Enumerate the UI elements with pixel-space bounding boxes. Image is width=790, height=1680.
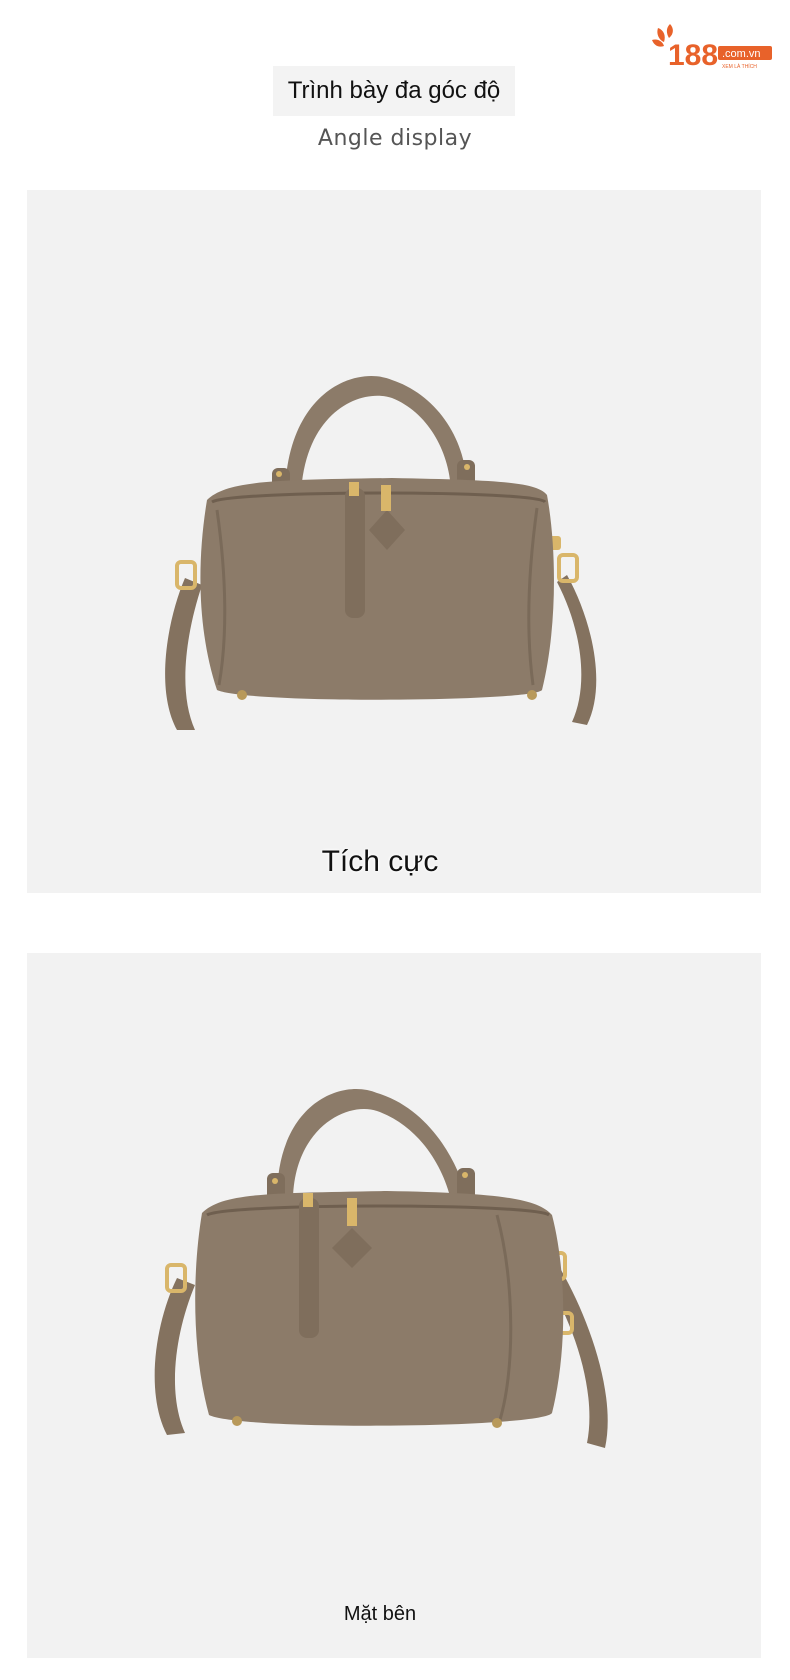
panel-caption-side: Mặt bên xyxy=(343,1603,417,1625)
product-image-side: Mặt bên xyxy=(27,953,761,1658)
panel-caption-front: Tích cực xyxy=(321,845,439,878)
handbag-front-image xyxy=(165,376,597,730)
page-title: Trình bày đa góc độ xyxy=(273,66,515,116)
page-subtitle: Angle display xyxy=(317,126,473,151)
logo-domain: .com.vn xyxy=(722,48,761,60)
leaf-icon: 188 .com.vn XEM LÀ THÍCH xyxy=(652,24,772,72)
logo-tagline: XEM LÀ THÍCH xyxy=(722,63,757,70)
product-image-front: Tích cực xyxy=(27,190,761,893)
logo-text: 188 xyxy=(668,39,718,72)
brand-logo[interactable]: 188 .com.vn XEM LÀ THÍCH xyxy=(650,22,776,74)
handbag-side-image xyxy=(154,1088,608,1448)
